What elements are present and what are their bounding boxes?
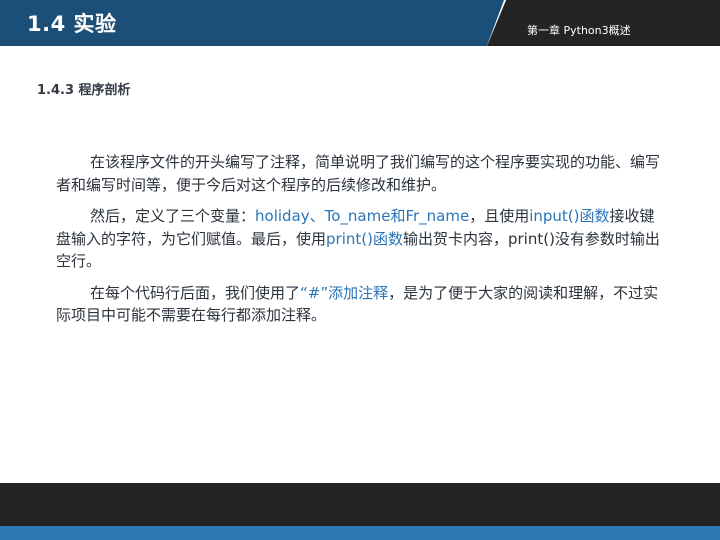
paragraph-1: 在该程序文件的开头编写了注释，简单说明了我们编写的这个程序要实现的功能、编写者和…	[56, 151, 668, 196]
slide-header: 1.4 实验 第一章 Python3概述	[0, 0, 720, 46]
variable-names-highlight: holiday、To_name和Fr_name	[255, 207, 470, 225]
print-function-highlight: print()函数	[326, 229, 403, 248]
footer-dark-bar	[0, 483, 720, 526]
paragraph-1-text: 在该程序文件的开头编写了注释，简单说明了我们编写的这个程序要实现的功能、编写者和…	[56, 153, 661, 194]
paragraph-3-text-1: 在每个代码行后面，我们使用了	[90, 283, 301, 302]
chapter-label: 第一章 Python3概述	[527, 24, 631, 37]
input-function-highlight: input()函数	[529, 207, 610, 225]
paragraph-2-text-1: 然后，定义了三个变量：	[90, 207, 256, 225]
paragraph-2-text-2: ，且使用	[469, 207, 530, 225]
comment-symbol-highlight: “#”添加注释	[300, 283, 389, 302]
footer-blue-bar	[0, 526, 720, 540]
body-text: 在该程序文件的开头编写了注释，简单说明了我们编写的这个程序要实现的功能、编写者和…	[56, 151, 668, 336]
slide-title: 1.4 实验	[27, 12, 117, 36]
paragraph-2: 然后，定义了三个变量：holiday、To_name和Fr_name，且使用in…	[56, 205, 668, 273]
paragraph-3: 在每个代码行后面，我们使用了“#”添加注释，是为了便于大家的阅读和理解，不过实际…	[56, 282, 668, 327]
section-heading: 1.4.3 程序剖析	[37, 83, 131, 98]
